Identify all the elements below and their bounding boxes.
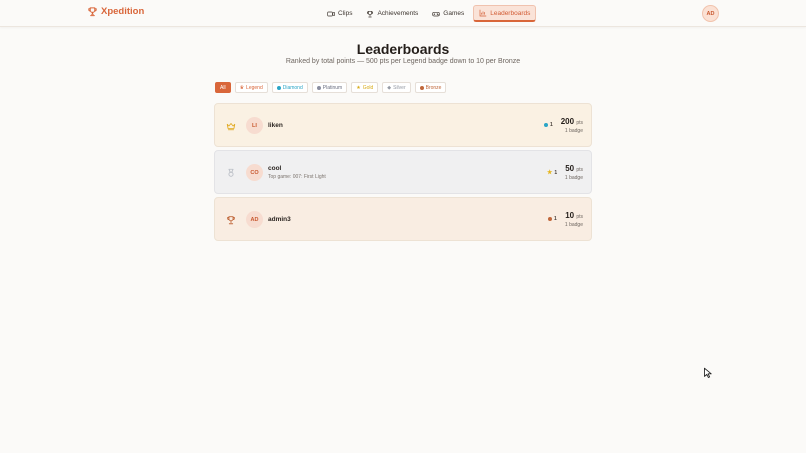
- filter-all[interactable]: All: [215, 82, 231, 93]
- diamond-dot-icon: [276, 85, 281, 90]
- filter-silver[interactable]: ◆ Silver: [382, 82, 411, 93]
- badge-count: 1: [554, 216, 557, 222]
- leaderboard-row[interactable]: CO cool Top game: 007: First Light ★ 1 5…: [214, 150, 592, 194]
- crown-icon: [226, 123, 236, 131]
- nav-leaderboards[interactable]: Leaderboards: [473, 5, 537, 22]
- points-unit: pts: [576, 214, 583, 220]
- nav-games-label: Games: [443, 10, 465, 17]
- points-value: 200: [560, 117, 575, 126]
- badges-label: 1 badge: [564, 222, 583, 228]
- badge-summary: ★ 1: [547, 169, 558, 177]
- nav-achievements[interactable]: Achievements: [361, 5, 423, 22]
- points-total: 10 pts: [565, 211, 583, 220]
- brand-name: Xpedition: [101, 6, 145, 17]
- star-icon: ★: [547, 170, 553, 176]
- platinum-dot-icon: [316, 85, 321, 90]
- filter-diamond-label: Diamond: [282, 84, 303, 91]
- filter-diamond[interactable]: Diamond: [271, 82, 308, 93]
- points-unit: pts: [576, 167, 583, 173]
- chart-icon: [479, 9, 487, 17]
- badges-label: 1 badge: [564, 128, 583, 134]
- diamond-badge-icon: [544, 123, 548, 127]
- top-navigation-bar: Xpedition Clips Achievements Games Leade…: [0, 0, 806, 27]
- brand-logo[interactable]: Xpedition: [87, 6, 144, 17]
- avatar: AD: [246, 211, 263, 228]
- trophy-icon: [367, 10, 374, 17]
- filter-legend-label: Legend: [246, 84, 263, 91]
- leaderboard-list: LI liken 1 200 pts 1 badge CO cool Top g…: [214, 103, 592, 244]
- avatar: LI: [246, 117, 263, 134]
- player-name: admin3: [268, 216, 291, 223]
- main-nav: Clips Achievements Games Leaderboards: [322, 5, 537, 22]
- badge-count: 1: [554, 169, 558, 176]
- trophy-icon: [88, 7, 97, 17]
- leaderboard-row[interactable]: AD admin3 1 10 pts 1 badge: [214, 197, 592, 241]
- player-name: cool: [268, 165, 282, 172]
- nav-games[interactable]: Games: [427, 5, 469, 22]
- filter-legend[interactable]: ♛ Legend: [234, 82, 268, 93]
- nav-leaderboards-label: Leaderboards: [490, 9, 531, 17]
- points-total: 50 pts: [565, 164, 583, 173]
- user-avatar[interactable]: AD: [702, 5, 719, 22]
- filter-gold[interactable]: ★ Gold: [351, 82, 379, 93]
- nav-clips-label: Clips: [338, 10, 353, 17]
- badge-summary: 1: [548, 216, 557, 222]
- badge-summary: 1: [544, 122, 553, 128]
- player-name: liken: [268, 122, 283, 129]
- silver-gem-icon: ◆: [387, 84, 392, 91]
- filter-all-label: All: [220, 84, 226, 91]
- filter-silver-label: Silver: [393, 84, 406, 91]
- points-total: 200 pts: [561, 117, 583, 126]
- gamepad-icon: [432, 11, 440, 16]
- points-value: 50: [565, 164, 575, 173]
- bronze-badge-icon: [548, 217, 552, 221]
- nav-achievements-label: Achievements: [377, 10, 419, 17]
- medal-icon: [228, 168, 234, 177]
- filter-bronze[interactable]: Bronze: [414, 82, 447, 93]
- badges-label: 1 badge: [564, 175, 583, 181]
- filter-platinum-label: Platinum: [322, 84, 343, 91]
- leaderboard-row[interactable]: LI liken 1 200 pts 1 badge: [214, 103, 592, 147]
- page-title: Leaderboards: [356, 41, 450, 57]
- nav-clips[interactable]: Clips: [322, 5, 357, 22]
- crown-icon: ♛: [239, 84, 245, 91]
- badge-count: 1: [550, 122, 553, 128]
- video-icon: [327, 11, 335, 16]
- filter-platinum[interactable]: Platinum: [311, 82, 348, 93]
- bronze-dot-icon: [419, 85, 424, 90]
- mouse-cursor-icon: [704, 367, 712, 378]
- points-value: 10: [565, 211, 575, 220]
- page-subtitle: Ranked by total points — 500 pts per Leg…: [285, 58, 521, 65]
- filter-gold-label: Gold: [362, 84, 374, 91]
- star-icon: ★: [356, 84, 361, 91]
- avatar: CO: [246, 164, 263, 181]
- points-unit: pts: [576, 120, 583, 126]
- filter-bronze-label: Bronze: [425, 84, 442, 91]
- trophy-icon: [227, 216, 235, 225]
- tier-filter-bar: All ♛ Legend Diamond Platinum ★ Gold ◆ S…: [215, 82, 447, 93]
- top-game-label: Top game: 007: First Light: [268, 174, 326, 180]
